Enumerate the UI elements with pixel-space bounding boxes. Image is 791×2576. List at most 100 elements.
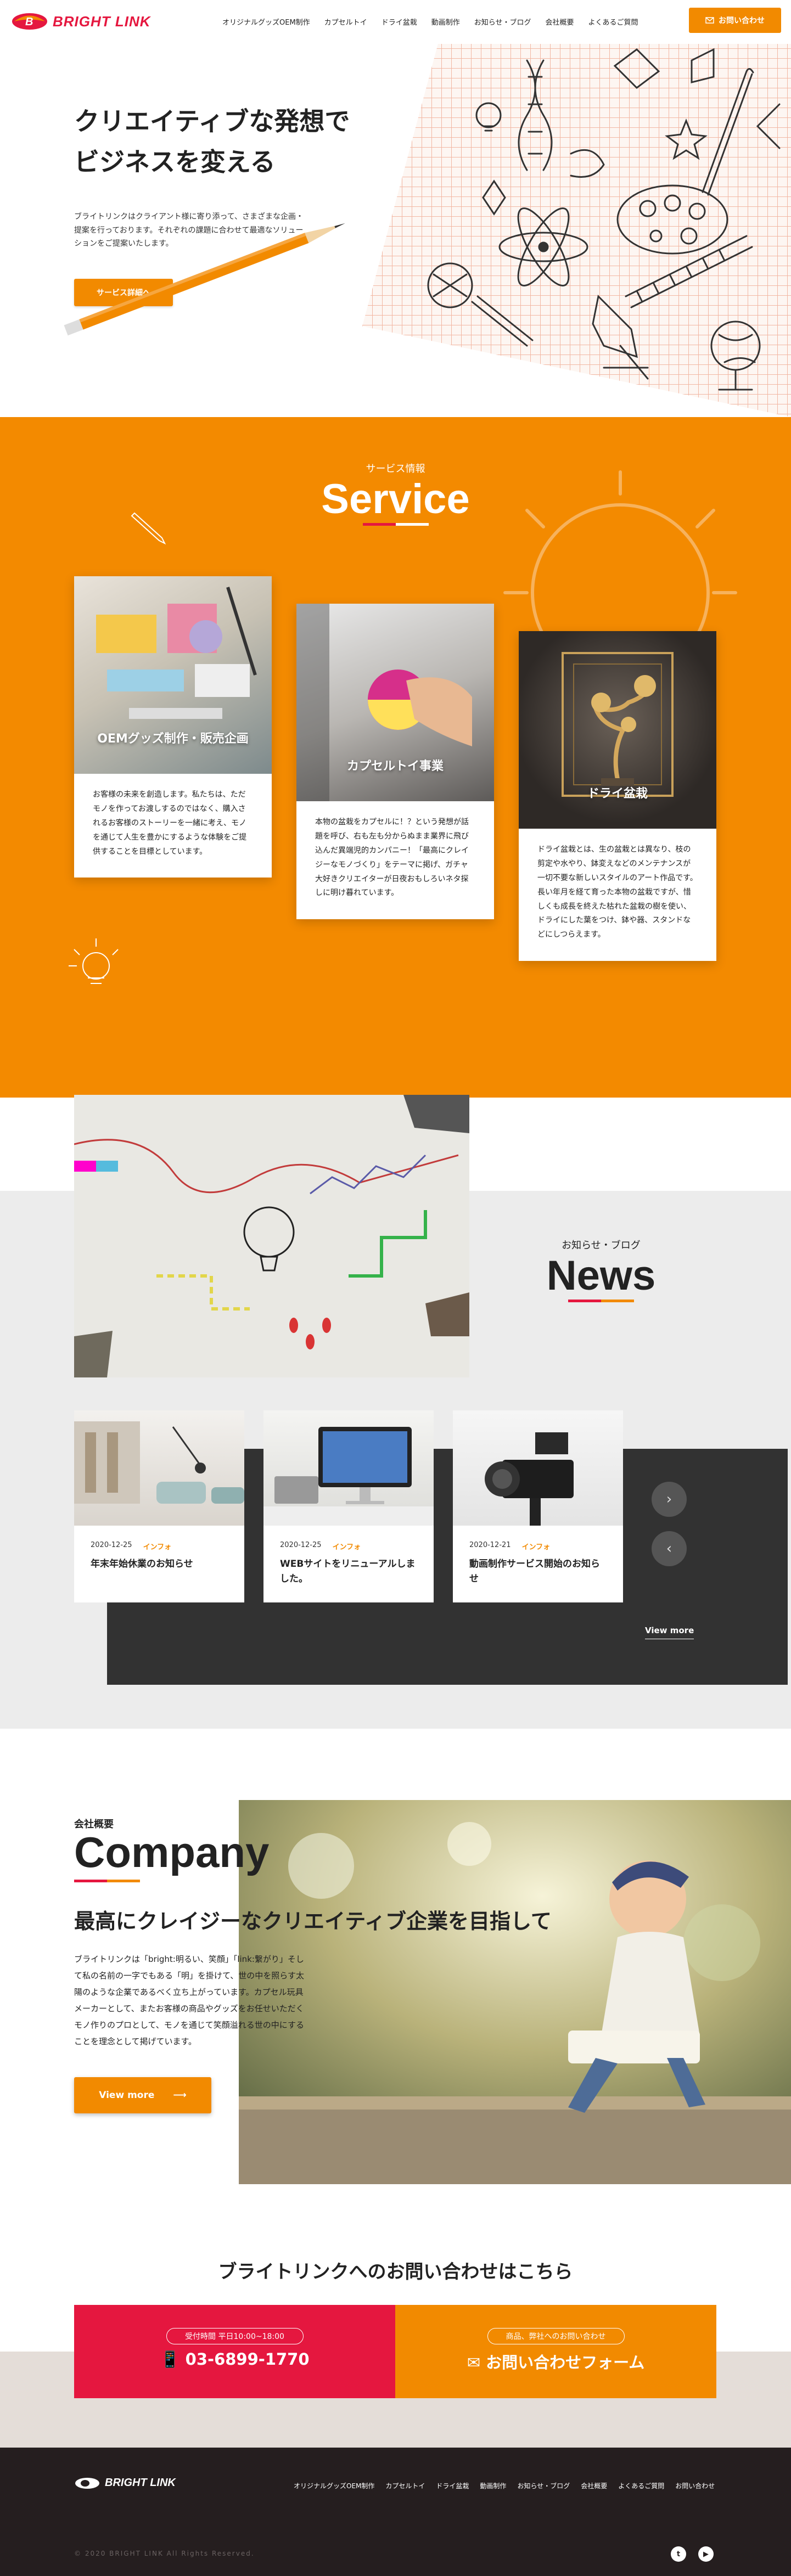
- company-heading: 最高にクレイジーなクリエイティブ企業を目指して: [74, 1909, 552, 1933]
- footer-nav-item[interactable]: お知らせ・ブログ: [517, 2481, 570, 2490]
- page: B BRIGHT LINK オリジナルグッズOEM制作 カプセルトイ ドライ盆栽…: [0, 0, 791, 2576]
- creative-people-photo: [74, 1095, 469, 1377]
- news-card-date: 2020-12-25: [91, 1541, 132, 1549]
- footer-nav-item[interactable]: ドライ盆栽: [436, 2481, 469, 2490]
- mail-icon: [705, 17, 714, 24]
- youtube-icon[interactable]: ▶: [698, 2546, 714, 2562]
- footer-nav-item[interactable]: よくあるご質問: [618, 2481, 664, 2490]
- phone-icon: 📱: [160, 2350, 180, 2369]
- service-card-oem-image: OEMグッズ制作・販売企画: [74, 576, 272, 774]
- contact-form-label: お問い合わせフォーム: [486, 2353, 645, 2372]
- news-card[interactable]: 2020-12-25 インフォ WEBサイトをリニューアルしました。: [263, 1410, 434, 1602]
- news-hero-image: [74, 1095, 469, 1377]
- site-header: B BRIGHT LINK オリジナルグッズOEM制作 カプセルトイ ドライ盆栽…: [0, 0, 791, 44]
- header-contact-label: お問い合わせ: [719, 16, 765, 25]
- news-card[interactable]: 2020-12-21 インフォ 動画制作サービス開始のお知らせ: [453, 1410, 623, 1602]
- nav-item-capsule-toy[interactable]: カプセルトイ: [324, 16, 367, 27]
- phone-number-row: 📱 03-6899-1770: [74, 2350, 395, 2369]
- contact-form-row: ✉ お問い合わせフォーム: [395, 2350, 716, 2373]
- service-underline: [362, 523, 429, 526]
- footer-nav-item[interactable]: お問い合わせ: [675, 2481, 715, 2490]
- hero-title-line2: ビジネスを変える: [74, 147, 276, 177]
- news-title: News: [546, 1252, 656, 1299]
- footer-logo[interactable]: BRIGHT LINK: [74, 2477, 176, 2489]
- footer-logo-text: BRIGHT LINK: [105, 2477, 176, 2489]
- chevron-left-icon: ‹: [666, 1540, 672, 1557]
- news-card-title: 年末年始休業のお知らせ: [91, 1559, 193, 1570]
- global-nav: オリジナルグッズOEM制作 カプセルトイ ドライ盆栽 動画制作 お知らせ・ブログ…: [222, 16, 638, 27]
- news-card-meta: 2020-12-21 インフォ: [453, 1526, 623, 1557]
- arrow-right-icon: ⟶: [173, 2090, 187, 2101]
- phone-hours-pill: 受付時間 平日10:00~18:00: [166, 2328, 304, 2344]
- company-photo: [239, 1800, 791, 2184]
- logo[interactable]: B BRIGHT LINK: [11, 12, 151, 31]
- news-card-image: [453, 1410, 623, 1526]
- contact-phone-box[interactable]: 受付時間 平日10:00~18:00 📱 03-6899-1770: [74, 2305, 395, 2398]
- contact-form-box[interactable]: 商品、弊社へのお問い合わせ ✉ お問い合わせフォーム: [395, 2305, 716, 2398]
- hero-doodle-art: [427, 48, 781, 391]
- service-card-capsule-text: 本物の盆栽をカプセルに！？という発想が話題を呼び、右も左も分からぬまま業界に飛び…: [315, 818, 469, 898]
- contact-title: ブライトリンクへのお問い合わせはこちら: [218, 2261, 573, 2283]
- hero-title-line1: クリエイティブな発想で: [74, 106, 350, 136]
- news-underline: [568, 1300, 634, 1302]
- service-section: サービス情報 Service OEMグッズ制作・販売企画 お客様の未来を創造しま…: [0, 417, 791, 1098]
- company-title: Company: [74, 1828, 270, 1876]
- news-card-category: インフォ: [332, 1543, 361, 1551]
- news-card-image: [263, 1410, 434, 1526]
- news-next-button[interactable]: ›: [652, 1482, 687, 1517]
- news-card-category: インフォ: [521, 1543, 551, 1551]
- news-card-meta: 2020-12-25 インフォ: [263, 1526, 434, 1557]
- footer-nav-item[interactable]: 会社概要: [581, 2481, 607, 2490]
- hero-doodle-image: [362, 38, 791, 417]
- logo-text: BRIGHT LINK: [53, 13, 151, 30]
- nav-item-news[interactable]: お知らせ・ブログ: [474, 16, 531, 27]
- news-card-title: 動画制作サービス開始のお知らせ: [469, 1559, 600, 1585]
- service-card-bonsai-label: ドライ盆栽: [587, 787, 648, 801]
- desk-computer-photo: [263, 1427, 434, 1526]
- footer-nav-item[interactable]: 動画制作: [480, 2481, 506, 2490]
- twitter-icon[interactable]: t: [671, 2546, 686, 2562]
- svg-text:B: B: [25, 16, 33, 28]
- news-card-title: WEBサイトをリニューアルしました。: [280, 1559, 416, 1585]
- footer-nav-item[interactable]: カプセルトイ: [385, 2481, 425, 2490]
- service-subtitle: サービス情報: [366, 463, 425, 475]
- service-card-capsule-label: カプセルトイ事業: [346, 760, 444, 773]
- nav-item-oem[interactable]: オリジナルグッズOEM制作: [222, 16, 310, 27]
- service-card-dry-bonsai[interactable]: ドライ盆栽 ドライ盆栽とは、生の盆栽とは異なり、枝の剪定や水やり、鉢変えなどのメ…: [519, 631, 716, 961]
- news-subtitle: お知らせ・ブログ: [562, 1240, 641, 1251]
- nav-item-dry-bonsai[interactable]: ドライ盆栽: [382, 16, 417, 27]
- service-card-oem-label: OEMグッズ制作・販売企画: [97, 732, 249, 746]
- footer-nav-item[interactable]: オリジナルグッズOEM制作: [294, 2481, 374, 2490]
- news-view-more-link[interactable]: View more: [645, 1626, 694, 1639]
- nav-item-faq[interactable]: よくあるご質問: [588, 16, 638, 27]
- office-lounge-photo: [74, 1421, 244, 1504]
- company-description: ブライトリンクは「bright:明るい、笑顔」「link:繋がり」そして私の名前…: [74, 1954, 304, 2046]
- service-card-oem[interactable]: OEMグッズ制作・販売企画 お客様の未来を創造します。私たちは、ただモノを作って…: [74, 576, 272, 878]
- lightbulb-doodle-icon: [69, 938, 119, 984]
- news-card-image: [74, 1410, 244, 1526]
- news-card-date: 2020-12-25: [280, 1541, 322, 1549]
- news-heading: お知らせ・ブログ News: [513, 1238, 689, 1302]
- header-contact-button[interactable]: お問い合わせ: [689, 8, 781, 33]
- company-view-more-button[interactable]: View more ⟶: [74, 2077, 211, 2113]
- service-card-oem-text: お客様の未来を創造します。私たちは、ただモノを作ってお渡しするのではなく、購入さ…: [93, 790, 247, 856]
- news-card[interactable]: 2020-12-25 インフォ 年末年始休業のお知らせ: [74, 1410, 244, 1602]
- service-title: Service: [321, 476, 470, 522]
- news-prev-button[interactable]: ‹: [652, 1531, 687, 1566]
- news-card-category: インフォ: [143, 1543, 172, 1551]
- hero-title: クリエイティブな発想で ビジネスを変える: [74, 102, 350, 182]
- mail-icon: ✉: [467, 2353, 481, 2372]
- service-heading: サービス情報 Service: [0, 461, 791, 526]
- copyright: © 2020 BRIGHT LINK All Rights Reserved.: [74, 2550, 255, 2557]
- company-button-label: View more: [99, 2090, 155, 2101]
- nav-item-company[interactable]: 会社概要: [545, 16, 574, 27]
- form-pill: 商品、弊社へのお問い合わせ: [487, 2328, 625, 2344]
- nav-item-video[interactable]: 動画制作: [431, 16, 460, 27]
- service-card-capsule-toy[interactable]: カプセルトイ事業 本物の盆栽をカプセルに！？という発想が話題を呼び、右も左も分か…: [296, 604, 494, 920]
- service-card-capsule-image: カプセルトイ事業: [296, 604, 494, 801]
- chevron-right-icon: ›: [666, 1491, 672, 1508]
- video-camera-photo: [485, 1432, 574, 1526]
- service-card-bonsai-image: ドライ盆栽: [519, 631, 716, 829]
- logo-mark-icon: B: [12, 13, 47, 30]
- phone-number: 03-6899-1770: [185, 2350, 310, 2369]
